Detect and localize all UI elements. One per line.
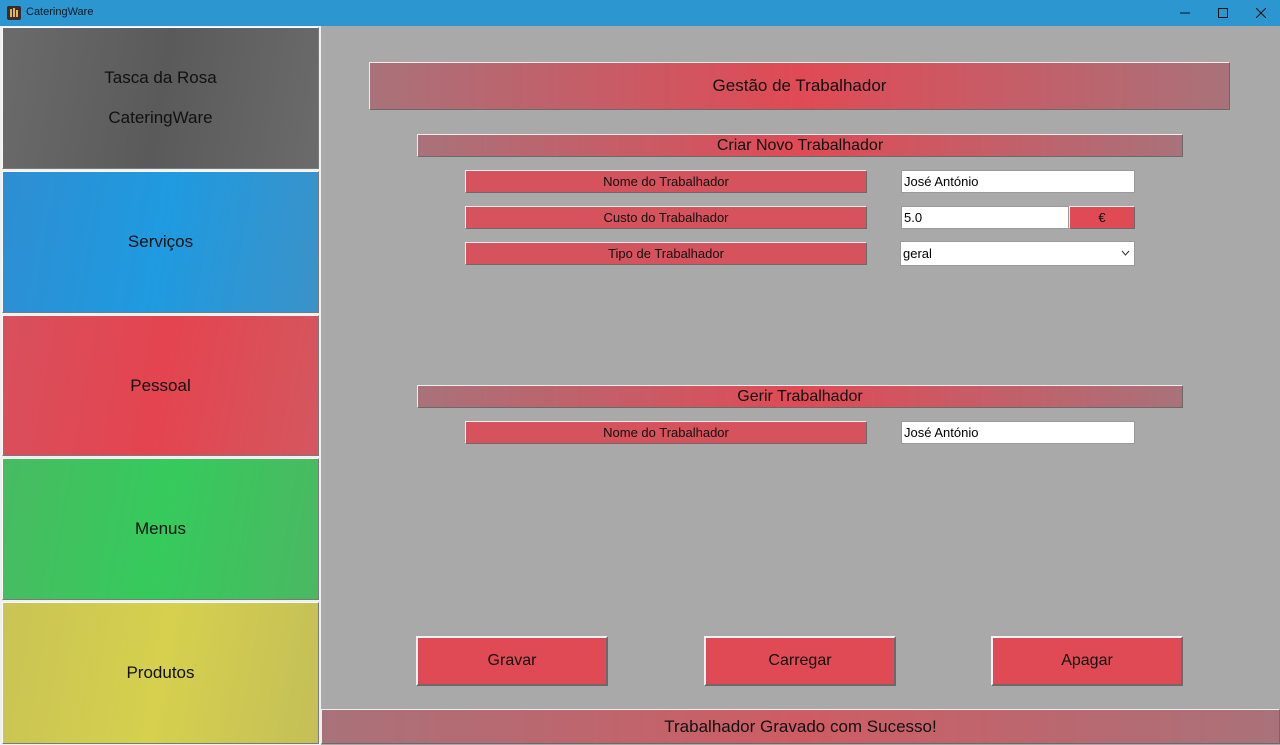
sidebar-item-label: Pessoal <box>130 375 191 395</box>
create-name-label: Nome do Trabalhador <box>465 170 867 193</box>
maximize-button[interactable] <box>1204 0 1242 26</box>
worker-type-value: geral <box>903 246 932 261</box>
manage-name-input[interactable] <box>901 421 1135 444</box>
close-icon <box>1256 8 1266 18</box>
sidebar-item-pessoal[interactable]: Pessoal <box>2 315 319 456</box>
sidebar-item-label: Produtos <box>126 663 195 682</box>
load-button[interactable]: Carregar <box>704 636 896 686</box>
manage-name-label: Nome do Trabalhador <box>465 421 867 444</box>
sidebar-item-produtos[interactable]: Produtos <box>2 602 319 744</box>
brand-panel: Tasca da Rosa CateringWare <box>2 27 319 169</box>
brand-app-name: CateringWare <box>108 108 213 127</box>
window-title: CateringWare <box>26 6 94 18</box>
create-cost-label: Custo do Trabalhador <box>465 206 867 229</box>
status-bar: Trabalhador Gravado com Sucesso! <box>321 709 1280 744</box>
create-name-input[interactable] <box>901 170 1135 193</box>
create-cost-input[interactable] <box>901 206 1069 229</box>
create-type-label: Tipo de Trabalhador <box>465 242 867 265</box>
app-icon <box>7 6 21 20</box>
delete-button[interactable]: Apagar <box>991 636 1183 686</box>
maximize-icon <box>1218 8 1228 18</box>
title-bar: CateringWare <box>0 0 1280 26</box>
brand-name: Tasca da Rosa <box>104 68 217 87</box>
save-button[interactable]: Gravar <box>416 636 608 686</box>
worker-type-select[interactable]: geral <box>900 241 1135 266</box>
minimize-icon <box>1180 12 1190 14</box>
minimize-button[interactable] <box>1166 0 1204 26</box>
currency-badge: € <box>1069 206 1135 229</box>
main-panel: Gestão de Trabalhador Criar Novo Trabalh… <box>321 26 1280 745</box>
manage-section-title: Gerir Trabalhador <box>417 385 1183 408</box>
chevron-down-icon <box>1121 250 1130 256</box>
sidebar-item-label: Menus <box>134 519 187 538</box>
close-button[interactable] <box>1242 0 1280 26</box>
sidebar-item-servicos[interactable]: Serviços <box>2 171 319 313</box>
sidebar: Tasca da Rosa CateringWare Serviços Pess… <box>0 26 321 745</box>
page-title: Gestão de Trabalhador <box>369 62 1230 110</box>
create-section-title: Criar Novo Trabalhador <box>417 134 1183 157</box>
sidebar-item-label: Serviços <box>127 232 194 251</box>
sidebar-item-menus[interactable]: Menus <box>2 458 319 600</box>
